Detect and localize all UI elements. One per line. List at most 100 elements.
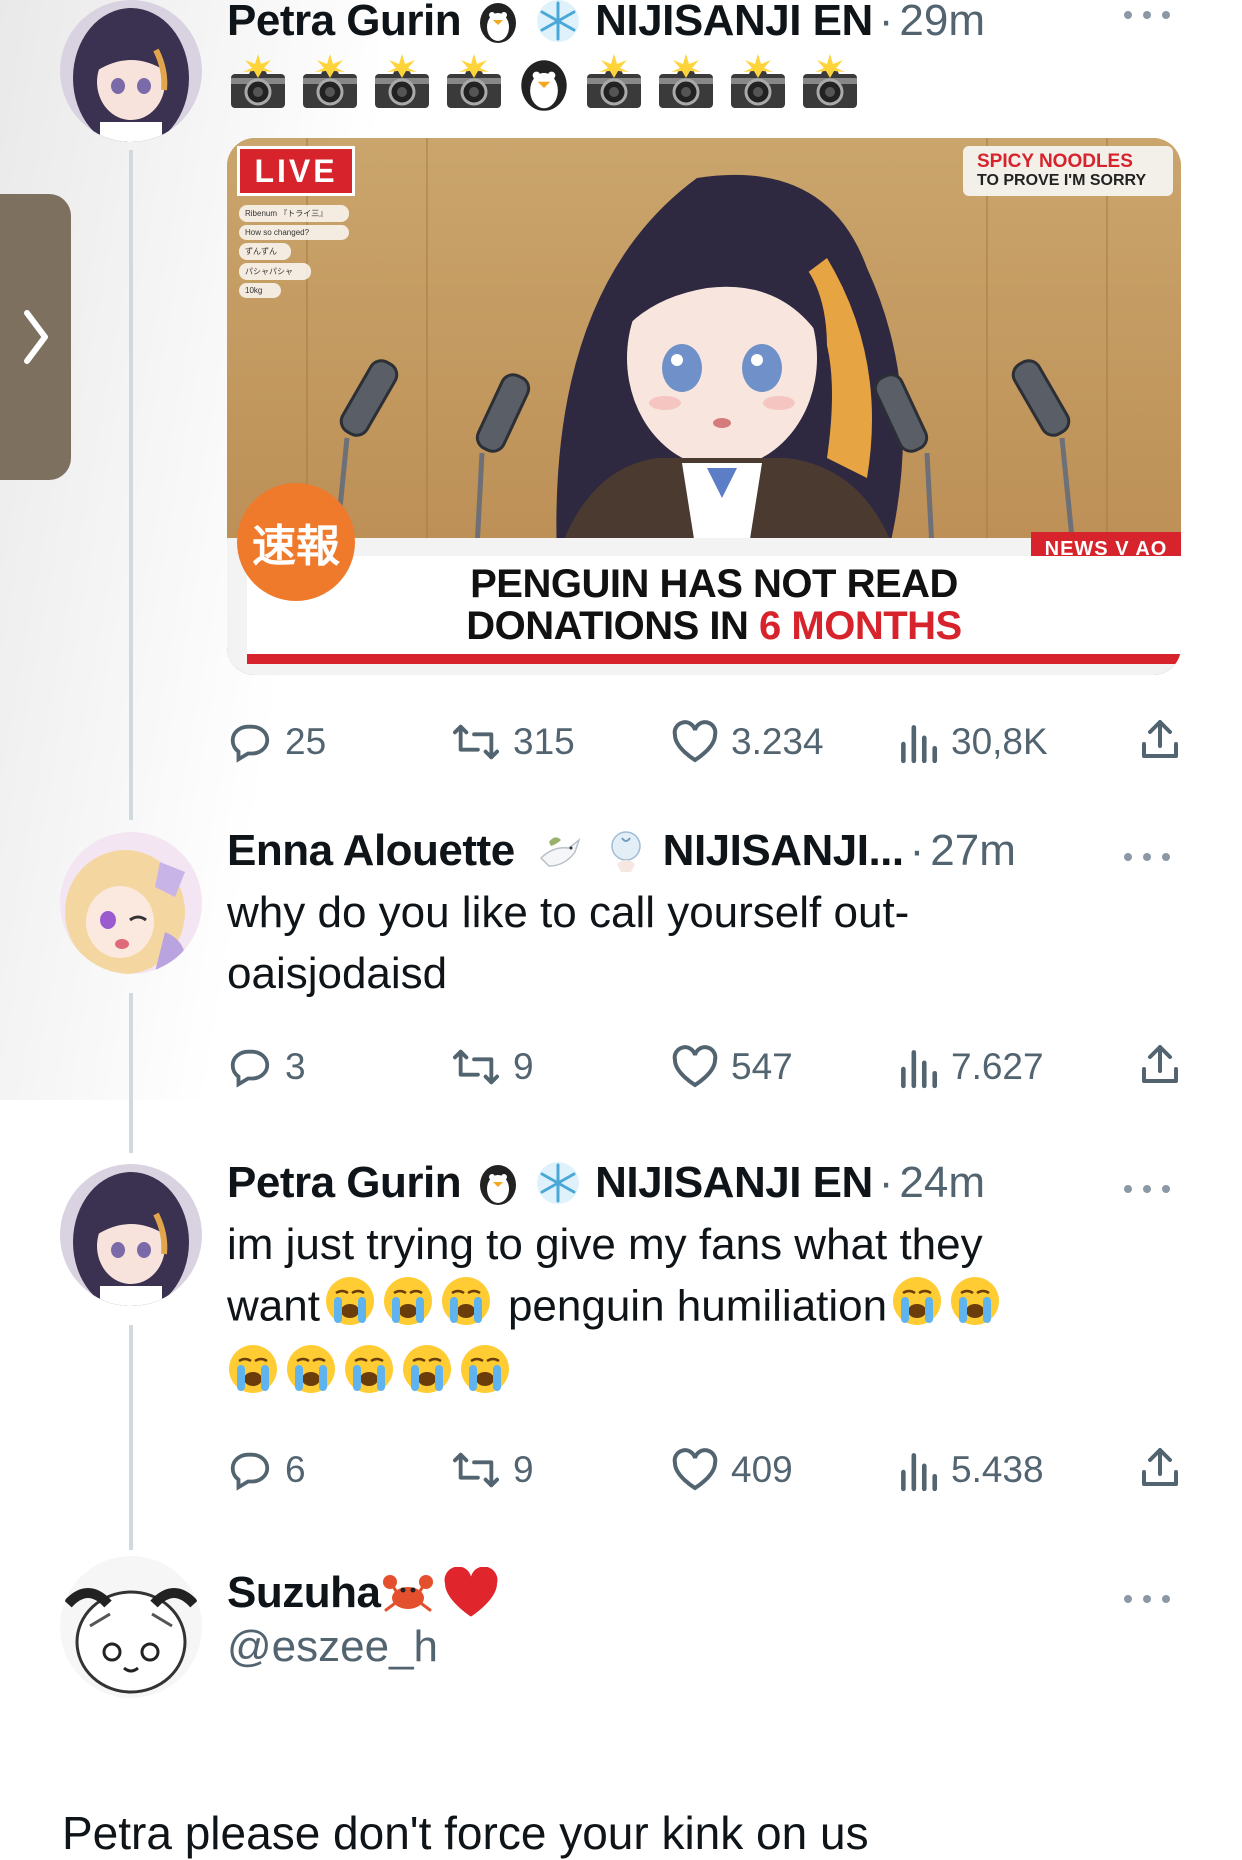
retweet-icon	[452, 724, 499, 760]
share-button[interactable]	[1138, 1443, 1182, 1502]
share-button[interactable]	[1138, 715, 1182, 774]
tweet-text-segment: penguin humiliation	[507, 1281, 888, 1331]
retweet-count: 9	[513, 1449, 534, 1490]
like-count: 3.234	[731, 721, 824, 762]
views-icon	[901, 1453, 938, 1492]
more-options-icon[interactable]	[1124, 1592, 1170, 1606]
tweet-text-segment: want	[227, 1281, 320, 1331]
thread-line	[129, 1325, 133, 1550]
views-button[interactable]: 7.627	[897, 1032, 1044, 1102]
display-name[interactable]: Enna Alouette	[227, 826, 515, 876]
heart-icon	[672, 720, 718, 763]
heart-icon	[672, 1045, 718, 1088]
loudly-crying-face-icon	[285, 1343, 337, 1411]
reply-button[interactable]: 6	[227, 1435, 306, 1505]
display-name[interactable]: Petra Gurin	[227, 1158, 462, 1208]
like-button[interactable]: 409	[671, 1435, 793, 1505]
banner-line-1: SPICY NOODLES	[977, 151, 1133, 172]
tweet-text-line: why do you like to call yourself out-	[227, 888, 910, 937]
retweet-count: 9	[513, 1046, 534, 1087]
chat-message: パシャパシャ	[239, 263, 311, 280]
red-heart-icon	[444, 1567, 498, 1617]
chat-message: Ribenum 『トライ三』	[239, 205, 349, 222]
share-button[interactable]	[1138, 1040, 1182, 1099]
loudly-crying-face-icon	[382, 1275, 434, 1343]
camera-flash-icon	[299, 52, 361, 119]
penguin-icon	[480, 1165, 517, 1205]
loudly-crying-face-icon	[891, 1275, 943, 1343]
reply-button[interactable]: 3	[227, 1032, 306, 1102]
reply-count: 3	[285, 1046, 306, 1087]
user-handle[interactable]: @eszee_h	[227, 1622, 1187, 1672]
live-label: LIVE	[254, 152, 338, 189]
reply-count: 25	[285, 721, 327, 762]
more-options-icon[interactable]	[1124, 8, 1170, 22]
reply-button[interactable]: 25	[227, 707, 326, 777]
avatar[interactable]	[60, 1556, 202, 1698]
loudly-crying-face-icon	[949, 1275, 1001, 1343]
display-name[interactable]: Petra Gurin	[227, 0, 462, 46]
separator-dot: ·	[909, 826, 925, 875]
loudly-crying-face-icon	[324, 1275, 376, 1343]
loudly-crying-face-icon	[343, 1343, 395, 1411]
chat-overlay: Ribenum 『トライ三』 How so changed? ずんずん パシャパ…	[239, 202, 349, 301]
retweet-icon	[452, 1452, 499, 1488]
tweet[interactable]: Petra Gurin NIJISANJI EN · 24m im just t…	[227, 1158, 1187, 1505]
timestamp[interactable]: 27m	[930, 826, 1016, 876]
breaking-news-label: 速報	[252, 521, 340, 572]
camera-flash-icon	[371, 52, 433, 119]
loudly-crying-face-icon	[440, 1275, 492, 1343]
chevron-right-icon	[23, 310, 48, 364]
side-drawer-tab[interactable]	[0, 194, 71, 480]
reply-text: Petra please don't force your kink on us	[62, 1807, 869, 1859]
tweet-actions: 25 315 3.234 30,8K	[227, 707, 1187, 777]
tweet[interactable]: Petra Gurin NIJISANJI EN · 29m LIVE Ribe…	[227, 0, 1187, 777]
share-icon	[1142, 720, 1178, 758]
like-count: 547	[731, 1046, 793, 1087]
dove-icon	[539, 837, 581, 867]
share-icon	[1142, 1045, 1178, 1083]
penguin-icon	[515, 54, 573, 117]
chat-message: ずんずん	[239, 243, 291, 260]
retweet-button[interactable]: 315	[451, 707, 575, 777]
timestamp[interactable]: 29m	[899, 0, 985, 46]
separator-dot: ·	[878, 1158, 894, 1207]
tweet-text: why do you like to call yourself out- oa…	[227, 882, 1187, 1004]
avatar[interactable]	[60, 832, 202, 974]
view-count: 7.627	[951, 1046, 1044, 1087]
tweet[interactable]: Enna Alouette NIJISANJI... · 27m why do …	[227, 826, 1187, 1102]
loudly-crying-face-icon	[401, 1343, 453, 1411]
retweet-button[interactable]: 9	[451, 1435, 534, 1505]
display-name[interactable]: Suzuha	[227, 1568, 381, 1618]
like-button[interactable]: 3.234	[671, 707, 824, 777]
snowflake-icon	[537, 0, 580, 42]
headline-line-2-prefix: DONATIONS IN	[466, 604, 760, 648]
reply-icon	[230, 724, 270, 763]
more-options-icon[interactable]	[1124, 1182, 1170, 1196]
retweet-icon	[452, 1049, 499, 1085]
reply-icon	[230, 1452, 270, 1491]
retweet-button[interactable]: 9	[451, 1032, 534, 1102]
reply-author[interactable]: Suzuha @eszee_h	[227, 1567, 1187, 1672]
tweet-text: im just trying to give my fans what they…	[227, 1214, 1187, 1411]
avatar[interactable]	[60, 1164, 202, 1306]
avatar[interactable]	[60, 0, 202, 142]
views-icon	[901, 725, 938, 764]
views-button[interactable]: 5.438	[897, 1435, 1044, 1505]
camera-flash-icon	[727, 52, 789, 119]
timestamp[interactable]: 24m	[899, 1158, 985, 1208]
angel-wing-icon	[610, 831, 641, 872]
more-options-icon[interactable]	[1124, 850, 1170, 864]
like-button[interactable]: 547	[671, 1032, 793, 1102]
tweet-text-line: im just trying to give my fans what they	[227, 1220, 983, 1269]
headline-line-1: PENGUIN HAS NOT READ	[470, 562, 958, 606]
view-count: 30,8K	[951, 721, 1048, 762]
heart-icon	[672, 1448, 718, 1491]
reply-count: 6	[285, 1449, 306, 1490]
camera-flash-icon	[583, 52, 645, 119]
reply-icon	[230, 1049, 270, 1088]
view-count: 5.438	[951, 1449, 1044, 1490]
affiliation: NIJISANJI EN	[595, 1158, 873, 1207]
media-image[interactable]: LIVE Ribenum 『トライ三』 How so changed? ずんずん…	[227, 138, 1181, 675]
views-button[interactable]: 30,8K	[897, 707, 1048, 777]
